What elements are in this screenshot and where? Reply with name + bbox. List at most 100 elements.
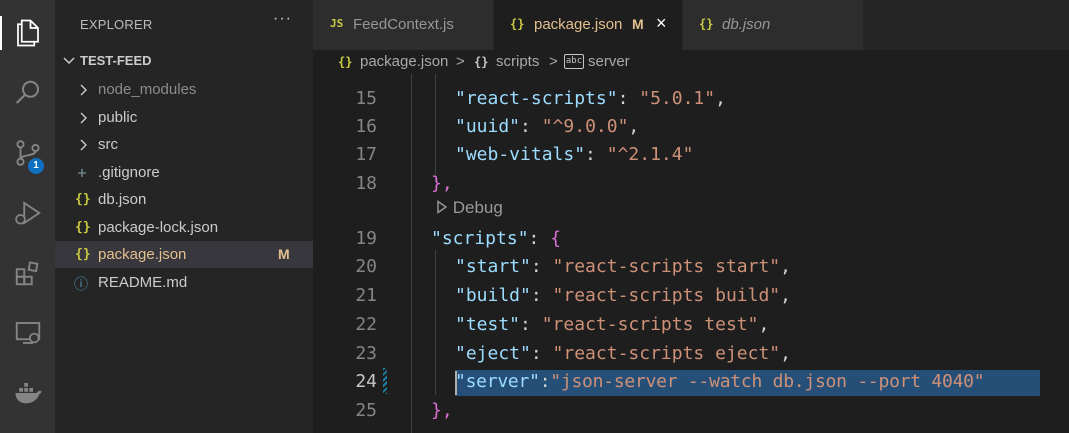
breadcrumb-file[interactable]: package.json [360,53,448,70]
chevron-right-icon [80,139,87,151]
tree-item-label: node_modules [98,81,197,98]
json-value: "react-scripts build" [552,285,781,306]
json-icon: {} [510,17,525,31]
more-actions-icon[interactable]: ··· [273,10,292,28]
code-line: 20 "start": "react-scripts start", [313,253,1069,281]
line-number: 18 [355,173,377,194]
tab-label: package.json [534,16,623,33]
play-icon [437,200,448,214]
tree-item-label: package.json [98,246,187,263]
codelens-label: Debug [452,198,503,217]
tab-package-json[interactable]: {} package.json M × [494,0,682,50]
chevron-down-icon [63,57,75,65]
json-key: "server" [455,371,540,392]
json-icon: {} [75,247,91,262]
tree-item-node-modules[interactable]: node_modules [55,76,313,103]
modified-indicator: M [632,16,644,32]
breadcrumb-section[interactable]: scripts [496,53,539,70]
extensions-activity-button[interactable] [0,248,55,298]
tree-item-gitignore[interactable]: .gitignore [55,159,313,186]
json-value: "react-scripts eject" [552,343,781,364]
line-number: 19 [355,228,377,249]
tree-item-label: .gitignore [98,164,160,181]
explorer-title: EXPLORER [80,17,153,32]
tree-item-label: README.md [98,274,188,291]
tree-item-label: public [98,109,138,126]
tree-item-label: package-lock.json [98,219,219,236]
json-punct: , [780,256,791,277]
json-key: "build" [455,285,531,306]
code-line: 17 "web-vitals": "^2.1.4" [313,141,1069,169]
json-icon: {} [338,55,353,69]
json-punct: , [780,343,791,364]
code-editor[interactable]: 15 "react-scripts": "5.0.1", 16 "uuid": … [313,74,1069,433]
tree-item-package-lock-json[interactable]: {} package-lock.json [55,214,313,241]
json-value: "json-server --watch db.json --port 4040… [550,371,985,392]
tree-item-label: db.json [98,191,147,208]
workspace-folder[interactable]: TEST-FEED [55,50,313,72]
line-number: 15 [355,88,377,109]
json-punct: }, [431,173,453,194]
gitignore-icon [78,169,86,177]
code-line: 22 "test": "react-scripts test", [313,311,1069,339]
json-key: "react-scripts" [455,88,618,109]
json-value: "^2.1.4" [606,144,694,165]
tree-item-src[interactable]: src [55,131,313,158]
line-number: 25 [355,400,377,421]
code-line: 16 "uuid": "^9.0.0", [313,113,1069,141]
breadcrumb: {} package.json > {} scripts > abc serve… [313,50,1069,74]
json-key: "scripts" [431,228,529,249]
code-line: 25 }, [313,397,1069,425]
json-icon: {} [699,17,714,31]
remote-explorer-activity-button[interactable] [0,308,55,358]
json-icon: {} [75,220,91,235]
json-key: "uuid" [455,116,521,137]
string-icon: abc [564,54,584,69]
code-line: 15 "react-scripts": "5.0.1", [313,85,1069,113]
tree-item-readme[interactable]: ⓘ README.md [55,269,313,296]
chevron-right-icon [80,84,87,96]
code-line: 23 "eject": "react-scripts eject", [313,340,1069,368]
explorer-activity-button[interactable] [0,8,55,58]
docker-activity-button[interactable] [0,368,55,418]
breadcrumb-separator: > [549,53,558,70]
code-line: 18 }, [313,170,1069,198]
run-debug-activity-button[interactable] [0,188,55,238]
search-activity-button[interactable] [0,68,55,118]
tab-label: db.json [722,16,771,33]
code-line: 19 "scripts": { [313,225,1069,253]
tab-db-json[interactable]: {} db.json [683,0,863,50]
debug-codelens[interactable]: Debug [436,198,503,218]
json-value: "5.0.1" [639,88,716,109]
line-number: 24 [355,371,377,392]
extensions-icon [15,261,38,286]
json-punct: , [628,116,640,137]
json-punct: { [550,228,562,249]
tree-item-package-json[interactable]: {} package.json M [55,241,313,268]
code-line: 21 "build": "react-scripts build", [313,282,1069,310]
json-key: "web-vitals" [455,144,586,165]
json-key: "eject" [455,343,531,364]
json-punct: , [780,285,791,306]
line-number: 21 [355,285,377,306]
chevron-right-icon [80,112,87,124]
workspace-folder-name: TEST-FEED [80,53,152,68]
tree-item-label: src [98,136,118,153]
json-punct: }, [431,400,453,421]
source-control-activity-button[interactable]: 1 [0,128,55,178]
json-value: "react-scripts start" [552,256,781,277]
json-key: "test" [455,314,521,335]
line-number: 16 [355,116,377,137]
close-icon[interactable]: × [656,13,667,34]
tree-item-db-json[interactable]: {} db.json [55,186,313,213]
json-value: "react-scripts test" [541,314,759,335]
tab-feedcontext-js[interactable]: JS FeedContext.js [313,0,493,50]
tab-label: FeedContext.js [353,16,454,33]
object-icon: {} [474,55,489,69]
explorer-sidebar: EXPLORER ··· TEST-FEED node_modules publ… [55,0,313,433]
info-icon: ⓘ [74,277,88,293]
json-value: "^9.0.0" [541,116,629,137]
breadcrumb-item[interactable]: server [588,53,630,70]
tree-item-public[interactable]: public [55,104,313,131]
files-icon [16,19,39,47]
